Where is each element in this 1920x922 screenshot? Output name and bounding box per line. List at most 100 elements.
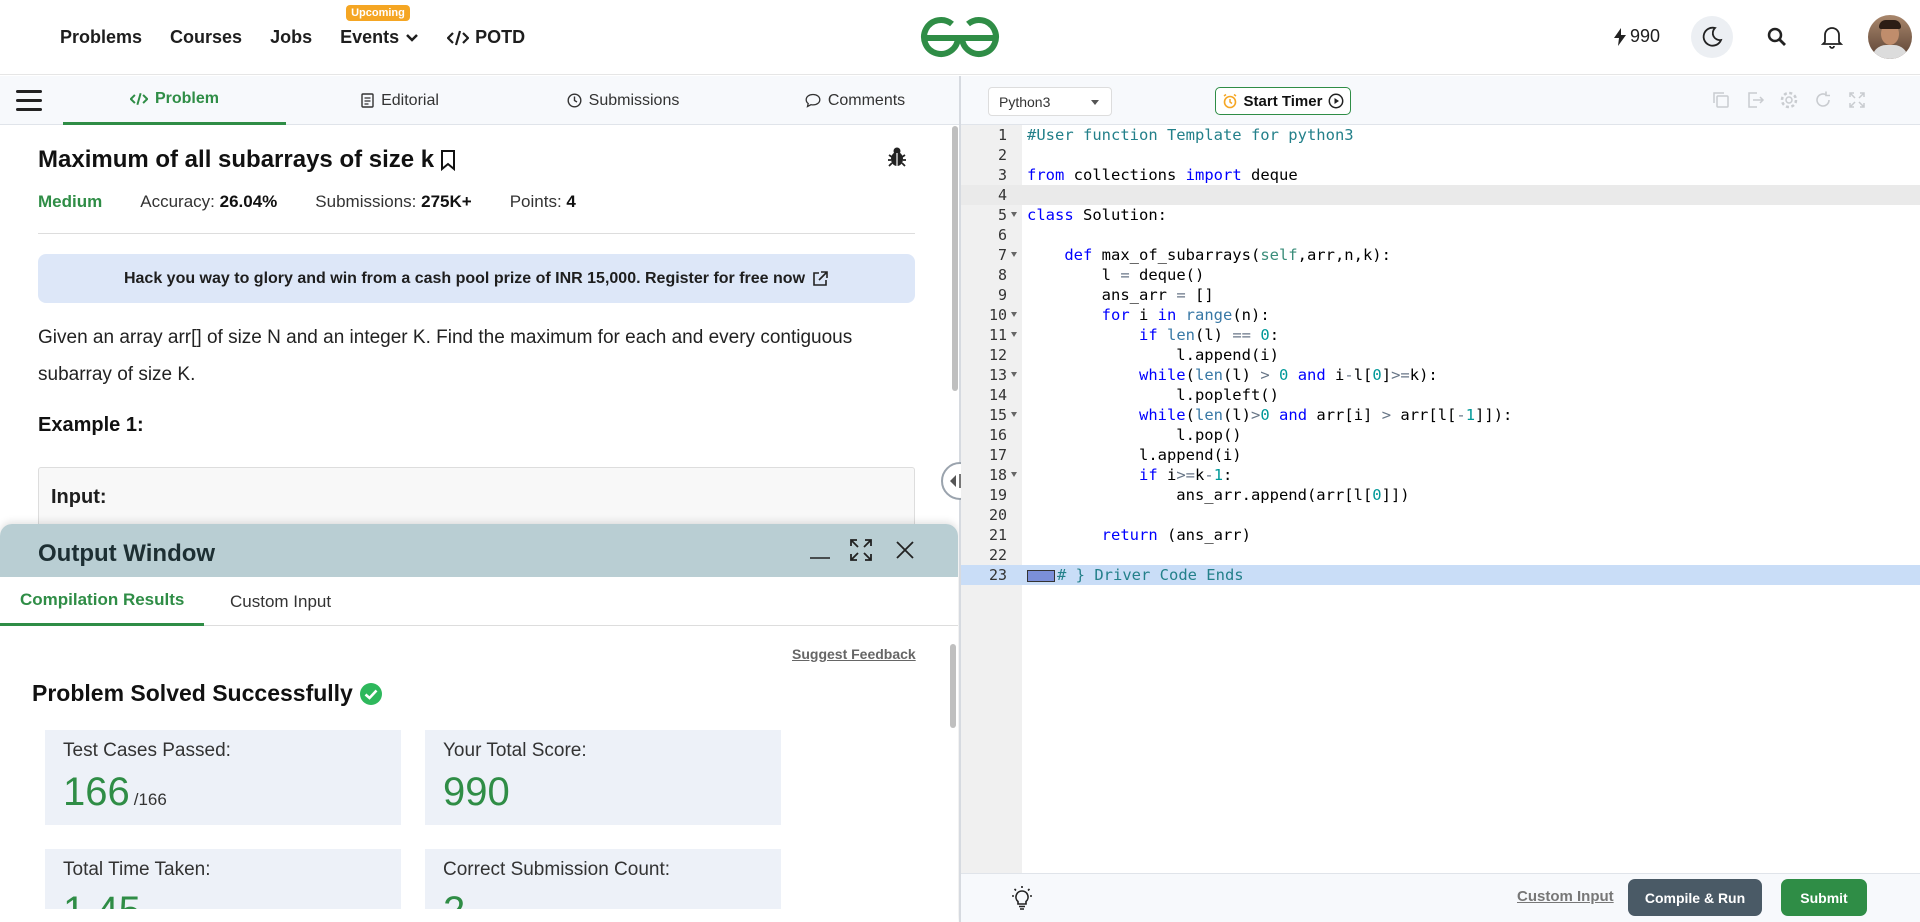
time-taken-value: 1.45 (63, 889, 141, 909)
minimize-button[interactable] (804, 534, 836, 566)
code-icon (129, 93, 148, 105)
expand-icon (850, 539, 872, 561)
code-line[interactable]: 10 for i in range(n): (961, 305, 1920, 325)
line-number: 22 (988, 546, 1007, 564)
line-number: 20 (988, 506, 1007, 524)
fold-icon[interactable] (1011, 212, 1017, 217)
close-icon (896, 541, 914, 559)
contest-banner[interactable]: Hack you way to glory and win from a cas… (38, 254, 915, 303)
lightbulb-icon[interactable] (1007, 884, 1037, 914)
result-status: Problem Solved Successfully (32, 680, 383, 707)
code-line[interactable]: 16 l.pop() (961, 425, 1920, 445)
total-score-value: 990 (443, 770, 510, 814)
code-line[interactable]: 18 if i>=k-1: (961, 465, 1920, 485)
code-line[interactable]: 20 (961, 505, 1920, 525)
tab-problem[interactable]: Problem (63, 76, 286, 125)
custom-input-link[interactable]: Custom Input (1517, 888, 1614, 905)
suggest-feedback-link[interactable]: Suggest Feedback (792, 646, 916, 662)
code-line[interactable]: 5 class Solution: (961, 205, 1920, 225)
correct-submissions-value: 2 (443, 889, 465, 909)
code-line[interactable]: 12 l.append(i) (961, 345, 1920, 365)
import-icon[interactable] (1745, 90, 1765, 110)
reset-icon[interactable] (1813, 90, 1833, 110)
check-circle-icon (359, 682, 382, 705)
tab-comments[interactable]: Comments (780, 76, 930, 125)
expand-button[interactable] (845, 534, 877, 566)
fold-icon[interactable] (1011, 252, 1017, 257)
fold-icon[interactable] (1011, 412, 1017, 417)
code-text: def max_of_subarrays(self,arr,n,k): (1064, 246, 1391, 264)
line-number: 18 (988, 466, 1007, 484)
nav-jobs[interactable]: Jobs (270, 27, 312, 48)
code-line[interactable]: 9 ans_arr = [] (961, 285, 1920, 305)
line-number: 6 (997, 226, 1007, 244)
fold-icon[interactable] (1011, 332, 1017, 337)
fold-icon[interactable] (1011, 472, 1017, 477)
tab-submissions[interactable]: Submissions (543, 76, 703, 125)
code-line[interactable]: 15 while(len(l)>0 and arr[i] > arr[l[-1]… (961, 405, 1920, 425)
nav-problems[interactable]: Problems (60, 27, 142, 48)
fold-icon[interactable] (1011, 312, 1017, 317)
code-line[interactable]: 21 return (ans_arr) (961, 525, 1920, 545)
code-text: #User function Template for python3 (1027, 126, 1354, 144)
search-button[interactable] (1756, 16, 1798, 58)
code-line[interactable]: 23 # } Driver Code Ends (961, 565, 1920, 585)
tab-custom-input[interactable]: Custom Input (210, 577, 351, 626)
fullscreen-icon[interactable] (1847, 90, 1867, 110)
document-icon (361, 93, 374, 108)
code-line[interactable]: 4 (961, 185, 1920, 205)
output-header: Output Window (0, 524, 958, 577)
code-line[interactable]: 6 (961, 225, 1920, 245)
editor-actions (1711, 90, 1867, 110)
streak-counter[interactable]: 990 (1614, 26, 1660, 47)
menu-icon[interactable] (16, 90, 42, 112)
tab-compilation-results[interactable]: Compilation Results (0, 577, 205, 626)
line-number: 15 (988, 406, 1007, 424)
output-scrollbar[interactable] (950, 644, 956, 728)
code-line[interactable]: 19 ans_arr.append(arr[l[0]]) (961, 485, 1920, 505)
tab-editorial[interactable]: Editorial (310, 76, 490, 125)
external-link-icon (813, 270, 828, 286)
page-title: Maximum of all subarrays of size k (38, 146, 456, 174)
problem-scrollbar[interactable] (952, 126, 958, 391)
copy-icon[interactable] (1711, 90, 1731, 110)
test-cases-total: /166 (133, 790, 167, 809)
code-text: from collections import deque (1027, 166, 1298, 184)
notifications-button[interactable] (1811, 16, 1853, 58)
code-line[interactable]: 1 #User function Template for python3 (961, 125, 1920, 145)
compile-run-button[interactable]: Compile & Run (1628, 879, 1762, 916)
nav-courses[interactable]: Courses (170, 27, 242, 48)
code-text: while(len(l) > 0 and i-l[0]>=k): (1138, 366, 1438, 384)
points-stat: Points: 4 (509, 192, 576, 211)
avatar[interactable] (1868, 15, 1912, 59)
code-text: # } Driver Code Ends (1027, 565, 1244, 585)
gfg-logo[interactable] (918, 16, 1002, 58)
code-line[interactable]: 8 l = deque() (961, 265, 1920, 285)
line-number: 13 (988, 366, 1007, 384)
code-line[interactable]: 2 (961, 145, 1920, 165)
code-text: return (ans_arr) (1101, 526, 1251, 544)
code-line[interactable]: 11 if len(l) == 0: (961, 325, 1920, 345)
theme-toggle-button[interactable] (1691, 16, 1733, 58)
start-timer-button[interactable]: Start Timer (1215, 87, 1351, 115)
code-line[interactable]: 13 while(len(l) > 0 and i-l[0]>=k): (961, 365, 1920, 385)
code-line[interactable]: 7 def max_of_subarrays(self,arr,n,k): (961, 245, 1920, 265)
settings-icon[interactable] (1779, 90, 1799, 110)
submit-button[interactable]: Submit (1781, 879, 1867, 916)
output-tabs: Compilation Results Custom Input (0, 577, 958, 626)
language-select[interactable]: Python3 (988, 87, 1112, 116)
code-line[interactable]: 3 from collections import deque (961, 165, 1920, 185)
code-line[interactable]: 22 (961, 545, 1920, 565)
code-line[interactable]: 17 l.append(i) (961, 445, 1920, 465)
line-number: 2 (997, 146, 1007, 164)
line-number: 11 (988, 326, 1007, 344)
fold-icon[interactable] (1011, 372, 1017, 377)
bug-report-icon[interactable] (886, 146, 908, 168)
line-number: 17 (988, 446, 1007, 464)
code-text: class Solution: (1027, 206, 1167, 224)
close-button[interactable] (889, 534, 921, 566)
nav-potd[interactable]: POTD (447, 27, 525, 48)
nav-events[interactable]: Upcoming Events (340, 5, 419, 48)
bookmark-icon[interactable] (440, 149, 456, 171)
code-line[interactable]: 14 l.popleft() (961, 385, 1920, 405)
